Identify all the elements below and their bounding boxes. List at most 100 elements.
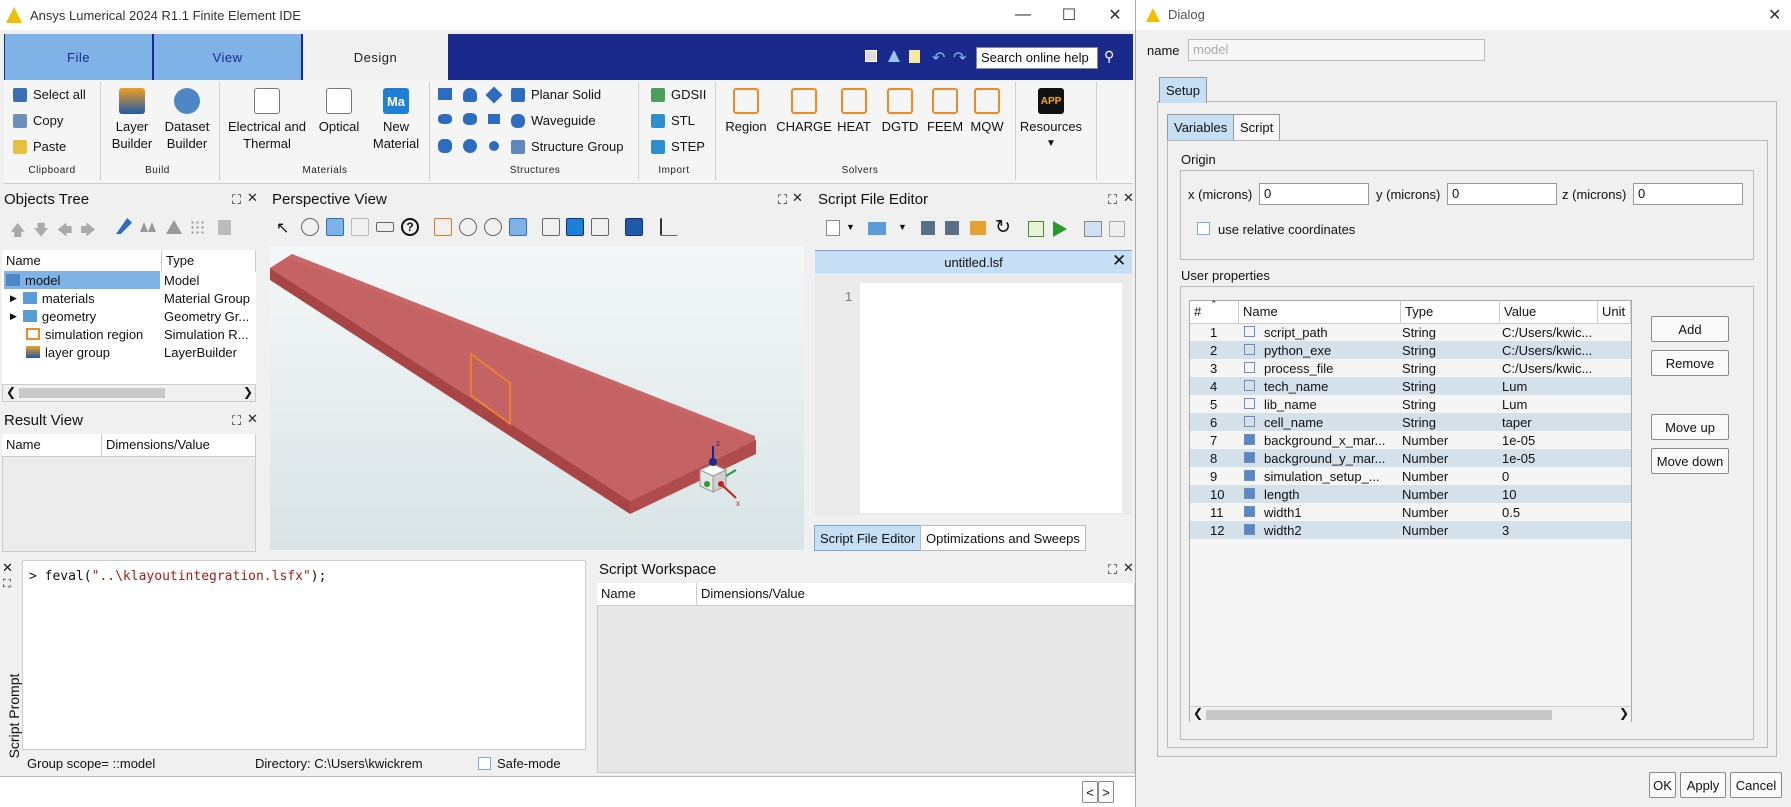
tab-file[interactable]: File	[5, 34, 152, 80]
waveguide-button[interactable]: Waveguide	[511, 113, 596, 128]
feem-solver-button[interactable]: FEEM	[924, 88, 966, 135]
column-unit[interactable]: Unit	[1598, 301, 1631, 323]
z-input[interactable]: 0	[1633, 183, 1743, 205]
charge-solver-button[interactable]: CHARGE	[776, 88, 832, 135]
column-type[interactable]: Type	[1401, 301, 1500, 323]
table-row[interactable]: 4 tech_name String Lum	[1190, 377, 1631, 395]
table-row[interactable]: 9 simulation_setup_... Number 0	[1190, 467, 1631, 485]
column-name[interactable]: Name	[1239, 301, 1401, 323]
column-name[interactable]: Name	[597, 583, 697, 605]
view-side-icon[interactable]	[591, 218, 609, 236]
layer-builder-button[interactable]: Layer Builder	[107, 88, 157, 152]
zoom-in-icon[interactable]	[459, 218, 477, 236]
scroll-left-icon[interactable]: ❮	[1193, 706, 1203, 720]
cancel-button[interactable]: Cancel	[1730, 772, 1782, 798]
run-to-cursor-icon[interactable]	[1028, 221, 1044, 237]
close-workspace-icon[interactable]: ✕	[1123, 560, 1134, 576]
name-field[interactable]: model	[1188, 39, 1485, 61]
move-up-icon[interactable]: 🡅	[10, 222, 33, 239]
electrical-thermal-button[interactable]: Electrical and Thermal	[226, 88, 308, 152]
column-name[interactable]: Name	[2, 250, 162, 272]
move-up-button[interactable]: Move up	[1651, 414, 1729, 440]
column-type[interactable]: Type	[162, 250, 256, 272]
pan-tool-icon[interactable]	[326, 218, 344, 236]
zoom-region-icon[interactable]	[509, 218, 527, 236]
column-index[interactable]: # ⌃	[1190, 299, 1239, 323]
zoom-extent-icon[interactable]	[434, 218, 452, 236]
x-input[interactable]: 0	[1259, 183, 1369, 205]
triangle-icon[interactable]	[166, 220, 182, 234]
ruler-icon[interactable]	[376, 222, 394, 232]
tab-design[interactable]: Design	[303, 34, 448, 80]
polygon-icon[interactable]	[438, 114, 452, 124]
tree-item-materials[interactable]: ▶ materials Material Group	[4, 289, 256, 307]
close-objects-tree-icon[interactable]: ✕	[247, 190, 258, 206]
scroll-right-icon[interactable]: ❯	[243, 385, 253, 399]
table-row[interactable]: 7 background_x_mar... Number 1e-05	[1190, 431, 1631, 449]
optical-material-button[interactable]: Optical	[318, 88, 360, 135]
select-all-button[interactable]: Select all	[13, 87, 86, 102]
table-row[interactable]: 10 length Number 10	[1190, 485, 1631, 503]
tab-script[interactable]: Script	[1233, 114, 1281, 140]
relative-coordinates-checkbox[interactable]	[1197, 222, 1210, 235]
forward-icon[interactable]: 🡆	[80, 222, 104, 239]
close-perspective-icon[interactable]: ✕	[792, 190, 803, 206]
tree-item-layer-group[interactable]: layer group LayerBuilder	[4, 343, 256, 361]
column-dimensions[interactable]: Dimensions/Value	[102, 434, 256, 456]
edit-icon[interactable]	[116, 218, 132, 234]
search-icon[interactable]: ⚲	[1104, 48, 1114, 65]
float-workspace-icon[interactable]: ⛶	[1108, 562, 1117, 578]
delete-icon[interactable]	[218, 220, 231, 235]
perspective-viewport[interactable]: z x	[270, 246, 804, 550]
sphere-small-icon[interactable]	[438, 139, 452, 153]
save-icon[interactable]	[865, 50, 877, 62]
copy-button[interactable]: Copy	[13, 113, 63, 128]
table-row[interactable]: 12 width2 Number 3	[1190, 521, 1631, 539]
ellipsoid-icon[interactable]	[489, 141, 499, 151]
view-front-icon[interactable]	[542, 218, 560, 236]
view-3d-icon[interactable]	[625, 218, 643, 236]
refresh-icon[interactable]: ↻	[995, 216, 1011, 239]
scroll-thumb[interactable]	[1206, 710, 1552, 720]
maximize-button[interactable]: ☐	[1046, 0, 1092, 30]
cylinder-icon[interactable]	[463, 88, 477, 102]
minimize-button[interactable]: —	[1000, 0, 1046, 30]
zoom-tool-icon[interactable]	[301, 218, 319, 236]
save-file-icon[interactable]	[921, 221, 935, 235]
expand-arrow-icon[interactable]: ▶	[10, 293, 17, 304]
tab-view[interactable]: View	[154, 34, 301, 80]
open-file-icon[interactable]	[868, 222, 886, 235]
ok-button[interactable]: OK	[1649, 772, 1676, 798]
custom-icon[interactable]	[488, 114, 500, 124]
table-row[interactable]: 11 width1 Number 0.5	[1190, 503, 1631, 521]
structure-group-button[interactable]: Structure Group	[511, 139, 624, 154]
run-script-icon[interactable]	[1053, 221, 1067, 237]
open-dropdown-icon[interactable]: ▼	[898, 222, 907, 232]
close-file-icon[interactable]: ✕	[1112, 251, 1126, 271]
help-icon[interactable]: ?	[401, 218, 419, 236]
move-down-icon[interactable]: 🡇	[33, 222, 56, 239]
table-row[interactable]: 8 background_y_mar... Number 1e-05	[1190, 449, 1631, 467]
float-prompt-icon[interactable]: ⛶	[3, 578, 11, 591]
script-editor[interactable]: 1	[815, 275, 1132, 515]
float-objects-tree-icon[interactable]: ⛶	[232, 192, 241, 208]
new-file-dropdown-icon[interactable]: ▼	[846, 222, 855, 232]
new-file-icon[interactable]	[826, 220, 840, 236]
float-result-view-icon[interactable]: ⛶	[232, 413, 241, 429]
script-prompt-console[interactable]: > feval("..\klayoutintegration.lsfx");	[22, 560, 586, 750]
column-value[interactable]: Value	[1500, 301, 1598, 323]
search-input[interactable]: Search online help	[976, 47, 1098, 69]
step-import-button[interactable]: STEP	[651, 139, 705, 154]
split-view-icon[interactable]	[1084, 221, 1102, 237]
mqw-solver-button[interactable]: MQW	[966, 88, 1008, 135]
sphere-icon[interactable]	[463, 139, 477, 153]
heat-solver-button[interactable]: HEAT	[834, 88, 874, 135]
tab-optimizations[interactable]: Optimizations and Sweeps	[920, 525, 1086, 551]
scroll-left-icon[interactable]: ❮	[6, 385, 16, 399]
command-line-input[interactable]	[0, 776, 1135, 807]
table-row[interactable]: 5 lib_name String Lum	[1190, 395, 1631, 413]
back-icon[interactable]: 🡄	[57, 222, 81, 239]
view-perspective-icon[interactable]	[566, 218, 584, 236]
dgtd-solver-button[interactable]: DGTD	[878, 88, 922, 135]
close-button[interactable]: ✕	[1092, 0, 1138, 30]
